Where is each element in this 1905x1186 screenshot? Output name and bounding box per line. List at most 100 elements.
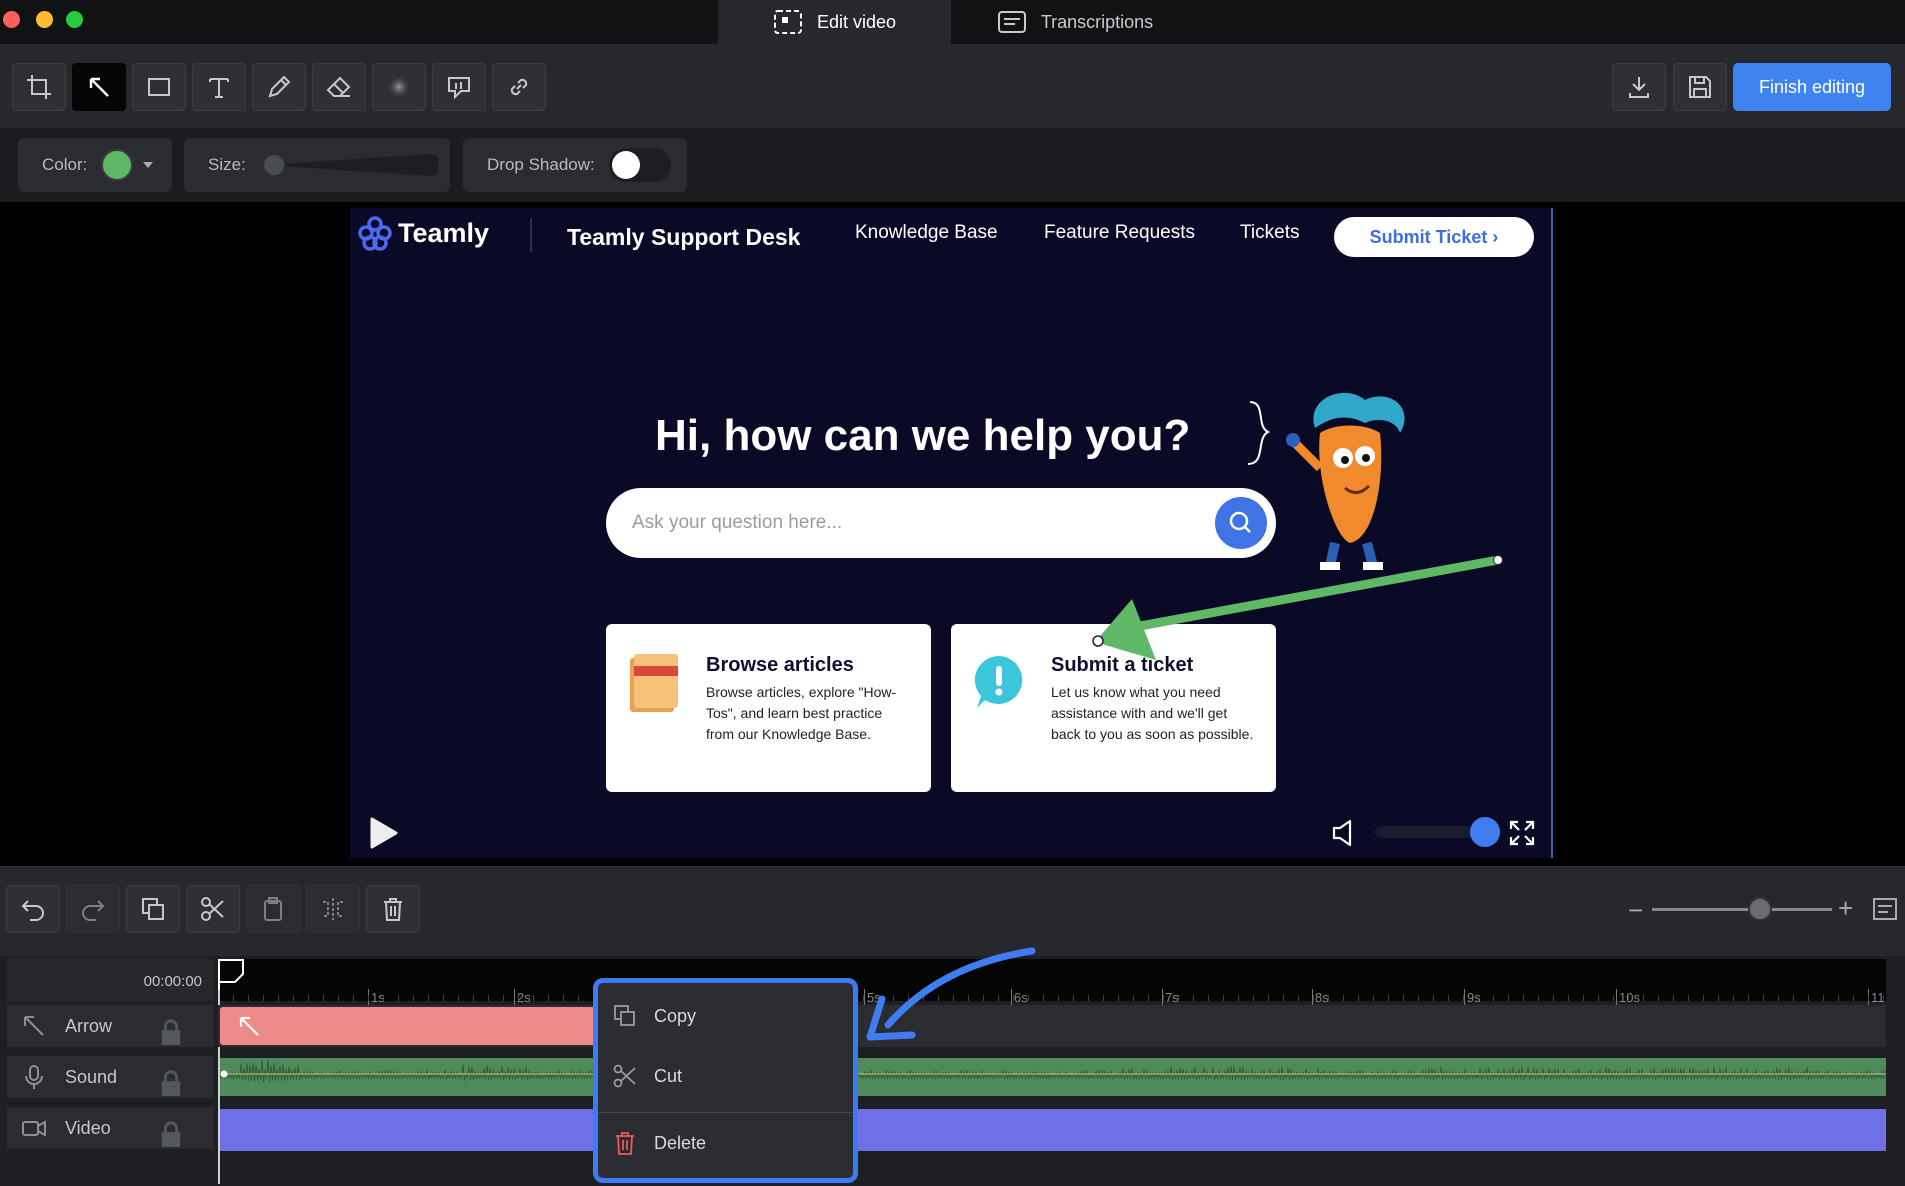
arrow-tool-button[interactable] bbox=[72, 63, 126, 111]
ruler-minor-tick bbox=[1868, 995, 1869, 1001]
context-cut[interactable]: Cut bbox=[612, 1063, 682, 1089]
lock-icon[interactable] bbox=[158, 1019, 184, 1045]
tab-transcriptions[interactable]: Transcriptions bbox=[960, 0, 1190, 44]
video-clip[interactable] bbox=[220, 1109, 1886, 1151]
ruler-minor-tick bbox=[1343, 995, 1344, 1001]
ruler-minor-tick bbox=[578, 995, 579, 1001]
context-delete-label: Delete bbox=[654, 1132, 707, 1153]
volume-envelope-handle[interactable] bbox=[220, 1070, 228, 1078]
trash-icon bbox=[384, 898, 402, 921]
fullscreen-icon[interactable] bbox=[1508, 819, 1536, 847]
lock-icon[interactable] bbox=[158, 1121, 184, 1147]
blur-tool-button[interactable] bbox=[372, 63, 426, 111]
zoom-out-icon[interactable]: − bbox=[1628, 895, 1643, 926]
link-tool-button[interactable] bbox=[492, 63, 546, 111]
ruler-minor-tick bbox=[398, 995, 399, 1001]
drop-shadow-toggle[interactable] bbox=[608, 148, 671, 182]
ruler-minor-tick bbox=[458, 995, 459, 1001]
ruler-minor-tick bbox=[488, 995, 489, 1001]
split-button[interactable] bbox=[306, 885, 360, 933]
fit-timeline-icon[interactable] bbox=[1872, 897, 1898, 921]
eraser-tool-button[interactable] bbox=[312, 63, 366, 111]
minimize-window-button[interactable] bbox=[36, 11, 53, 28]
lock-icon[interactable] bbox=[158, 1070, 184, 1096]
clip-context-menu: Copy Cut Delete bbox=[593, 978, 858, 1183]
copy-icon bbox=[614, 1005, 635, 1026]
play-icon[interactable] bbox=[368, 816, 400, 850]
ruler-minor-tick bbox=[1658, 995, 1659, 1001]
sound-clip[interactable] bbox=[219, 1058, 1887, 1096]
timeline-toolbar: − + bbox=[0, 866, 1905, 956]
playhead-marker[interactable] bbox=[217, 956, 249, 990]
ruler-minor-tick bbox=[1418, 995, 1419, 1001]
ruler-minor-tick bbox=[248, 995, 249, 1001]
arrow-tool-icon bbox=[89, 77, 109, 97]
context-delete[interactable]: Delete bbox=[612, 1130, 706, 1156]
track-label-sound[interactable]: Sound bbox=[7, 1056, 214, 1098]
ruler-minor-tick bbox=[1208, 995, 1209, 1001]
ruler-minor-tick bbox=[1223, 995, 1224, 1001]
zoom-in-icon[interactable]: + bbox=[1838, 893, 1853, 924]
ruler-minor-tick bbox=[1088, 995, 1089, 1001]
volume-slider[interactable] bbox=[1375, 817, 1500, 847]
ruler-minor-tick bbox=[1373, 995, 1374, 1001]
crop-tool-button[interactable] bbox=[12, 63, 66, 111]
ruler-minor-tick bbox=[1388, 995, 1389, 1001]
color-swatch[interactable] bbox=[101, 149, 134, 181]
clipboard-icon bbox=[264, 897, 282, 921]
ruler-minor-tick bbox=[1103, 995, 1104, 1001]
track-label-video[interactable]: Video bbox=[7, 1107, 214, 1149]
track-name: Video bbox=[65, 1117, 111, 1138]
ruler-minor-tick bbox=[1283, 995, 1284, 1001]
ruler-minor-tick bbox=[383, 995, 384, 1001]
undo-button[interactable] bbox=[6, 885, 60, 933]
redo-button[interactable] bbox=[66, 885, 120, 933]
pencil-tool-button[interactable] bbox=[252, 63, 306, 111]
size-label: Size: bbox=[208, 155, 246, 174]
cut-button[interactable] bbox=[186, 885, 240, 933]
duplicate-button[interactable] bbox=[126, 885, 180, 933]
ruler-minor-tick bbox=[413, 995, 414, 1001]
ruler-minor-tick bbox=[1163, 995, 1164, 1001]
ruler-tick bbox=[1616, 989, 1617, 1005]
zoom-window-button[interactable] bbox=[66, 11, 83, 28]
volume-slider-thumb[interactable] bbox=[1470, 817, 1500, 847]
close-window-button[interactable] bbox=[3, 11, 20, 28]
ruler-minor-tick bbox=[1748, 995, 1749, 1001]
volume-icon[interactable] bbox=[1330, 818, 1358, 848]
save-button[interactable] bbox=[1673, 63, 1727, 111]
delete-button[interactable] bbox=[366, 885, 420, 933]
zoom-slider-thumb[interactable] bbox=[1748, 897, 1772, 921]
track-label-arrow[interactable]: Arrow bbox=[7, 1005, 214, 1047]
annotation-arrow[interactable] bbox=[350, 208, 1553, 858]
context-copy[interactable]: Copy bbox=[612, 1003, 696, 1029]
ruler-minor-tick bbox=[1673, 995, 1674, 1001]
annotation-pointer-arrow bbox=[866, 947, 1036, 1041]
rectangle-tool-button[interactable] bbox=[132, 63, 186, 111]
ruler-minor-tick bbox=[1253, 995, 1254, 1001]
blur-icon bbox=[387, 75, 411, 99]
trash-icon bbox=[616, 1132, 634, 1155]
zoom-slider[interactable] bbox=[1652, 897, 1832, 921]
ruler-minor-tick bbox=[293, 995, 294, 1001]
ruler-minor-tick bbox=[233, 995, 234, 1001]
track-name: Sound bbox=[65, 1066, 118, 1087]
callout-tool-button[interactable] bbox=[432, 63, 486, 111]
paste-button[interactable] bbox=[246, 885, 300, 933]
ruler-minor-tick bbox=[353, 995, 354, 1001]
download-button[interactable] bbox=[1612, 63, 1666, 111]
ruler-minor-tick bbox=[1883, 995, 1884, 1001]
size-slider[interactable] bbox=[260, 151, 441, 179]
text-tool-button[interactable] bbox=[192, 63, 246, 111]
arrow-clip[interactable] bbox=[220, 1007, 600, 1045]
chevron-down-icon[interactable] bbox=[143, 162, 154, 168]
ruler-minor-tick bbox=[368, 995, 369, 1001]
tab-label: Edit video bbox=[816, 11, 897, 32]
ruler-minor-tick bbox=[1568, 995, 1569, 1001]
time-ruler[interactable]: 1s 2s 5s 6s 7s 8s 9s 10s 11 bbox=[218, 959, 1886, 1005]
finish-editing-button[interactable]: Finish editing bbox=[1733, 63, 1891, 111]
audio-waveform bbox=[219, 1059, 1887, 1083]
video-canvas[interactable]: Teamly Teamly Support Desk Knowledge Bas… bbox=[350, 208, 1553, 858]
tab-edit-video[interactable]: Edit video bbox=[718, 0, 951, 44]
ruler-minor-tick bbox=[1043, 995, 1044, 1001]
